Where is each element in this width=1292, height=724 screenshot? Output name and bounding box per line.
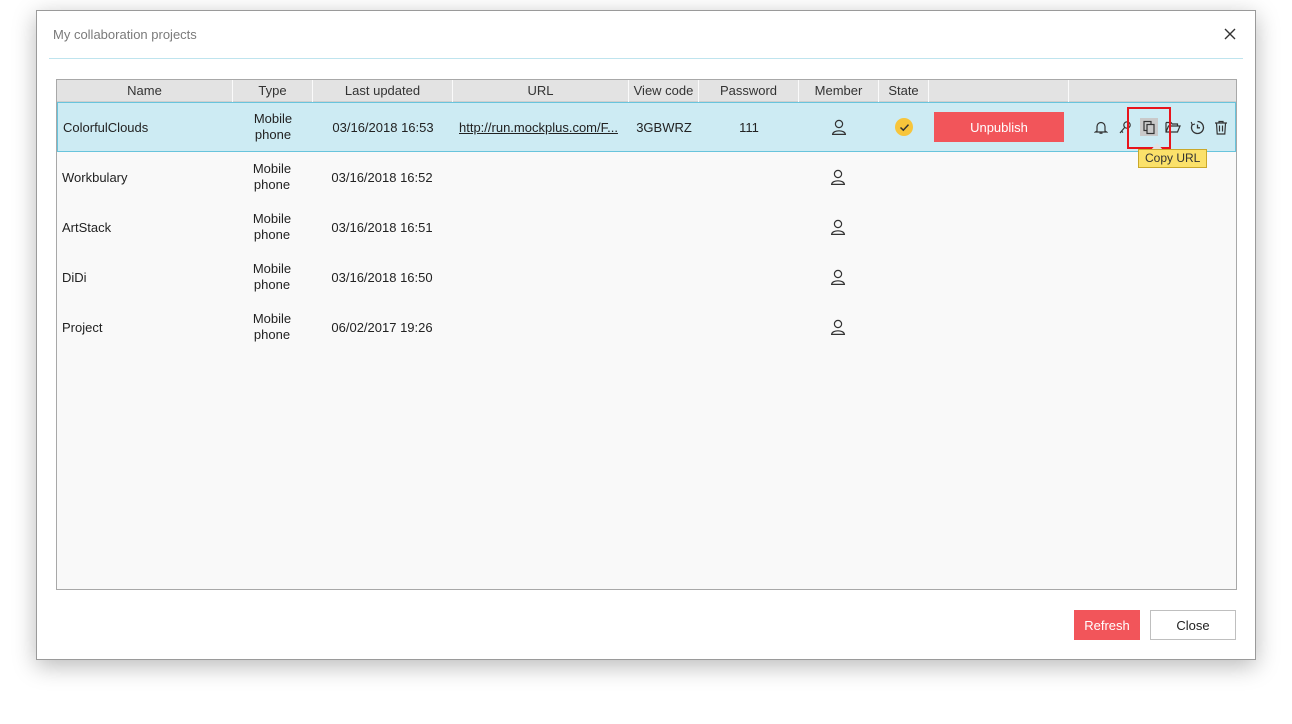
last-updated: 06/02/2017 19:26 — [331, 319, 433, 335]
history-icon[interactable] — [1188, 118, 1206, 136]
project-type-line2: phone — [253, 327, 291, 342]
table-row[interactable]: Workbulary Mobile phone 03/16/2018 16:52 — [57, 153, 1236, 203]
column-header-actions — [1069, 80, 1236, 102]
publish-cell: Unpublish — [929, 103, 1069, 151]
projects-table: Name Type Last updated URL View code Pas… — [56, 79, 1237, 590]
user-icon[interactable] — [830, 219, 846, 235]
table-row[interactable]: Project Mobile phone 06/02/2017 19:26 — [57, 303, 1236, 353]
project-name: Project — [62, 319, 103, 335]
close-button[interactable]: Close — [1150, 610, 1236, 640]
project-name: ArtStack — [62, 219, 112, 235]
last-updated: 03/16/2018 16:51 — [331, 219, 433, 235]
member-button[interactable] — [798, 153, 878, 201]
project-name: DiDi — [62, 269, 87, 285]
table-row[interactable]: ArtStack Mobile phone 03/16/2018 16:51 — [57, 203, 1236, 253]
collaboration-projects-dialog: My collaboration projects Name Type Last… — [36, 10, 1256, 660]
member-button[interactable] — [798, 253, 878, 301]
project-name: Workbulary — [62, 169, 128, 185]
column-header-state[interactable]: State — [879, 80, 929, 102]
project-type-line2: phone — [253, 177, 291, 192]
project-type-line1: Mobile — [252, 211, 292, 226]
project-type-line2: phone — [254, 127, 292, 142]
column-header-last-updated[interactable]: Last updated — [313, 80, 453, 102]
column-header-name[interactable]: Name — [57, 80, 233, 102]
project-type: Mobile phone — [232, 303, 312, 351]
column-header-publish — [929, 80, 1069, 102]
user-icon[interactable] — [830, 169, 846, 185]
member-button[interactable] — [798, 203, 878, 251]
close-icon[interactable] — [1223, 27, 1237, 41]
project-type: Mobile phone — [232, 153, 312, 201]
project-type-line1: Mobile — [253, 111, 293, 126]
project-name: ColorfulClouds — [63, 119, 149, 135]
project-url-link[interactable]: http://run.mockplus.com/F... — [459, 103, 627, 151]
highlight-box — [1127, 107, 1171, 149]
table-row[interactable]: ColorfulClouds Mobile phone 03/16/2018 1… — [57, 102, 1236, 152]
member-button[interactable] — [798, 303, 878, 351]
project-type: Mobile phone — [232, 203, 312, 251]
table-header: Name Type Last updated URL View code Pas… — [57, 80, 1236, 102]
column-header-url[interactable]: URL — [453, 80, 629, 102]
project-type-line1: Mobile — [252, 311, 292, 326]
member-button[interactable] — [799, 103, 879, 151]
column-header-member[interactable]: Member — [799, 80, 879, 102]
state-cell — [879, 103, 929, 151]
last-updated: 03/16/2018 16:53 — [332, 119, 434, 135]
user-icon[interactable] — [831, 119, 847, 135]
project-type-line2: phone — [253, 277, 291, 292]
project-url[interactable]: http://run.mockplus.com/F... — [459, 120, 618, 135]
column-header-password[interactable]: Password — [699, 80, 799, 102]
project-type: Mobile phone — [233, 103, 313, 151]
dialog-title: My collaboration projects — [53, 27, 197, 42]
project-type-line1: Mobile — [252, 161, 292, 176]
password: 111 — [739, 119, 759, 135]
title-divider — [49, 58, 1243, 59]
bell-icon[interactable] — [1092, 118, 1110, 136]
check-icon — [895, 118, 913, 136]
user-icon[interactable] — [830, 319, 846, 335]
table-row[interactable]: DiDi Mobile phone 03/16/2018 16:50 — [57, 253, 1236, 303]
column-header-view-code[interactable]: View code — [629, 80, 699, 102]
view-code: 3GBWRZ — [636, 119, 692, 135]
project-type: Mobile phone — [232, 253, 312, 301]
copy-url-tooltip: Copy URL — [1138, 149, 1208, 168]
project-type-line2: phone — [253, 227, 291, 242]
refresh-button[interactable]: Refresh — [1074, 610, 1140, 640]
user-icon[interactable] — [830, 269, 846, 285]
column-header-type[interactable]: Type — [233, 80, 313, 102]
unpublish-button[interactable]: Unpublish — [934, 112, 1064, 142]
last-updated: 03/16/2018 16:52 — [331, 169, 433, 185]
last-updated: 03/16/2018 16:50 — [331, 269, 433, 285]
trash-icon[interactable] — [1212, 118, 1230, 136]
project-type-line1: Mobile — [252, 261, 292, 276]
